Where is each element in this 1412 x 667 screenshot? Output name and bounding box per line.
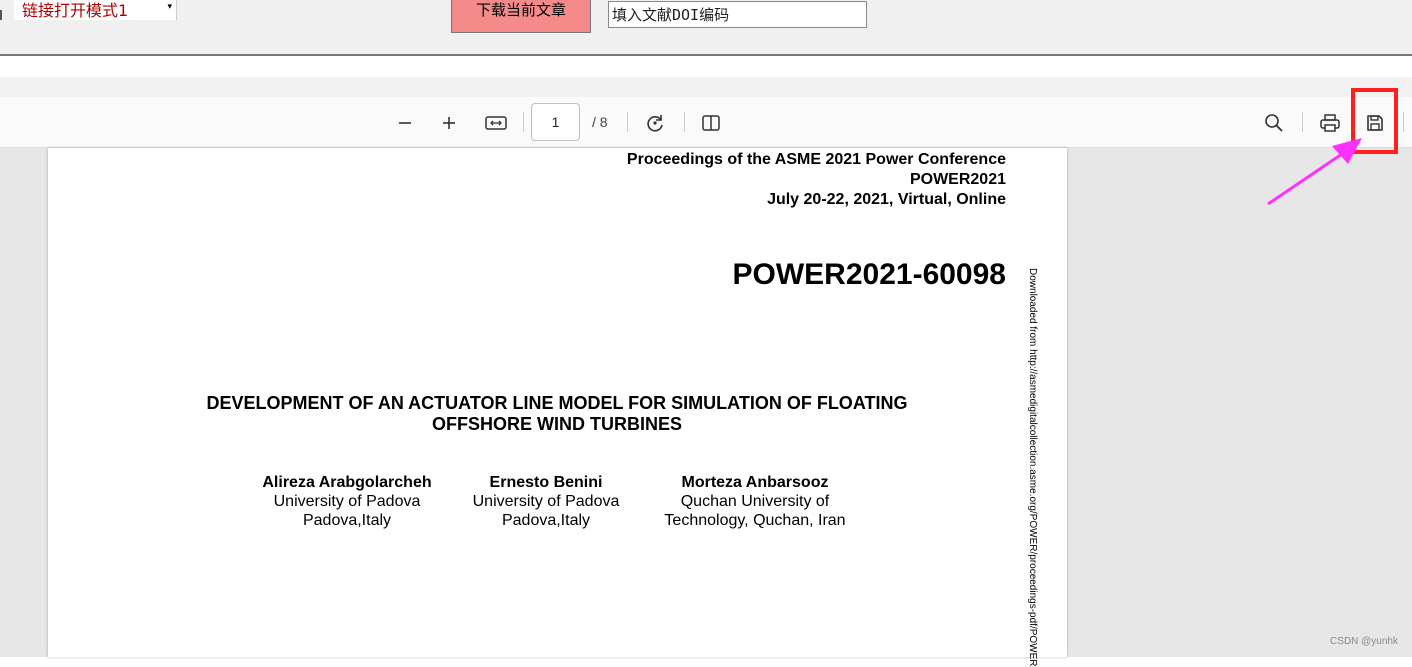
print-icon[interactable] <box>1317 110 1343 136</box>
download-source-text: Downloaded from http://asmedigitalcollec… <box>1027 268 1038 667</box>
paper-title-line-2: OFFSHORE WIND TURBINES <box>432 414 682 434</box>
download-article-button[interactable]: 下载当前文章 <box>451 0 591 33</box>
author-block: Ernesto Benini University of Padova Pado… <box>426 473 666 530</box>
author-name: Ernesto Benini <box>489 474 603 491</box>
toolbar-divider <box>627 112 628 132</box>
toolbar-divider <box>1302 112 1303 132</box>
viewer-tab-strip <box>0 77 1412 97</box>
conference-short: POWER2021 <box>909 171 1006 188</box>
author-affiliation: Quchan University of <box>680 493 830 510</box>
fit-page-icon[interactable] <box>483 110 509 136</box>
author-location: Padova,Italy <box>501 512 591 529</box>
author-affiliation: University of Padova <box>472 493 620 510</box>
save-highlight-box <box>1351 88 1398 154</box>
conference-line: Proceedings of the ASME 2021 Power Confe… <box>626 151 1006 168</box>
author-location: Technology, Quchan, Iran <box>664 512 846 529</box>
toolbar-divider <box>1403 112 1404 132</box>
watermark: CSDN @yunhk <box>1330 636 1398 647</box>
top-bar: 链接打开模式1 ▾ 下载当前文章 <box>0 0 1412 56</box>
zoom-in-icon[interactable] <box>436 110 462 136</box>
rotate-icon[interactable] <box>642 110 668 136</box>
pdf-page: Proceedings of the ASME 2021 Power Confe… <box>48 148 1067 657</box>
link-mode-select[interactable]: 链接打开模式1 ▾ <box>14 0 177 20</box>
author-name: Morteza Anbarsooz <box>681 474 829 491</box>
page-total: / 8 <box>592 114 608 130</box>
page-number-input[interactable] <box>531 103 580 141</box>
left-edge-mark <box>0 10 2 20</box>
paper-id: POWER2021-60098 <box>732 258 1007 291</box>
zoom-out-icon[interactable] <box>392 110 418 136</box>
conference-date: July 20-22, 2021, Virtual, Online <box>767 191 1006 208</box>
paper-title-line-1: DEVELOPMENT OF AN ACTUATOR LINE MODEL FO… <box>206 393 908 413</box>
dropdown-arrow-icon[interactable]: ▾ <box>167 1 172 12</box>
search-icon[interactable] <box>1261 110 1287 136</box>
toolbar-divider <box>523 112 524 132</box>
toolbar-divider <box>684 112 685 132</box>
author-block: Morteza Anbarsooz Quchan University of T… <box>635 473 875 530</box>
spacer <box>0 56 1412 77</box>
two-page-icon[interactable] <box>698 110 724 136</box>
link-mode-value: 链接打开模式1 <box>22 1 129 20</box>
doi-input[interactable] <box>608 1 867 28</box>
